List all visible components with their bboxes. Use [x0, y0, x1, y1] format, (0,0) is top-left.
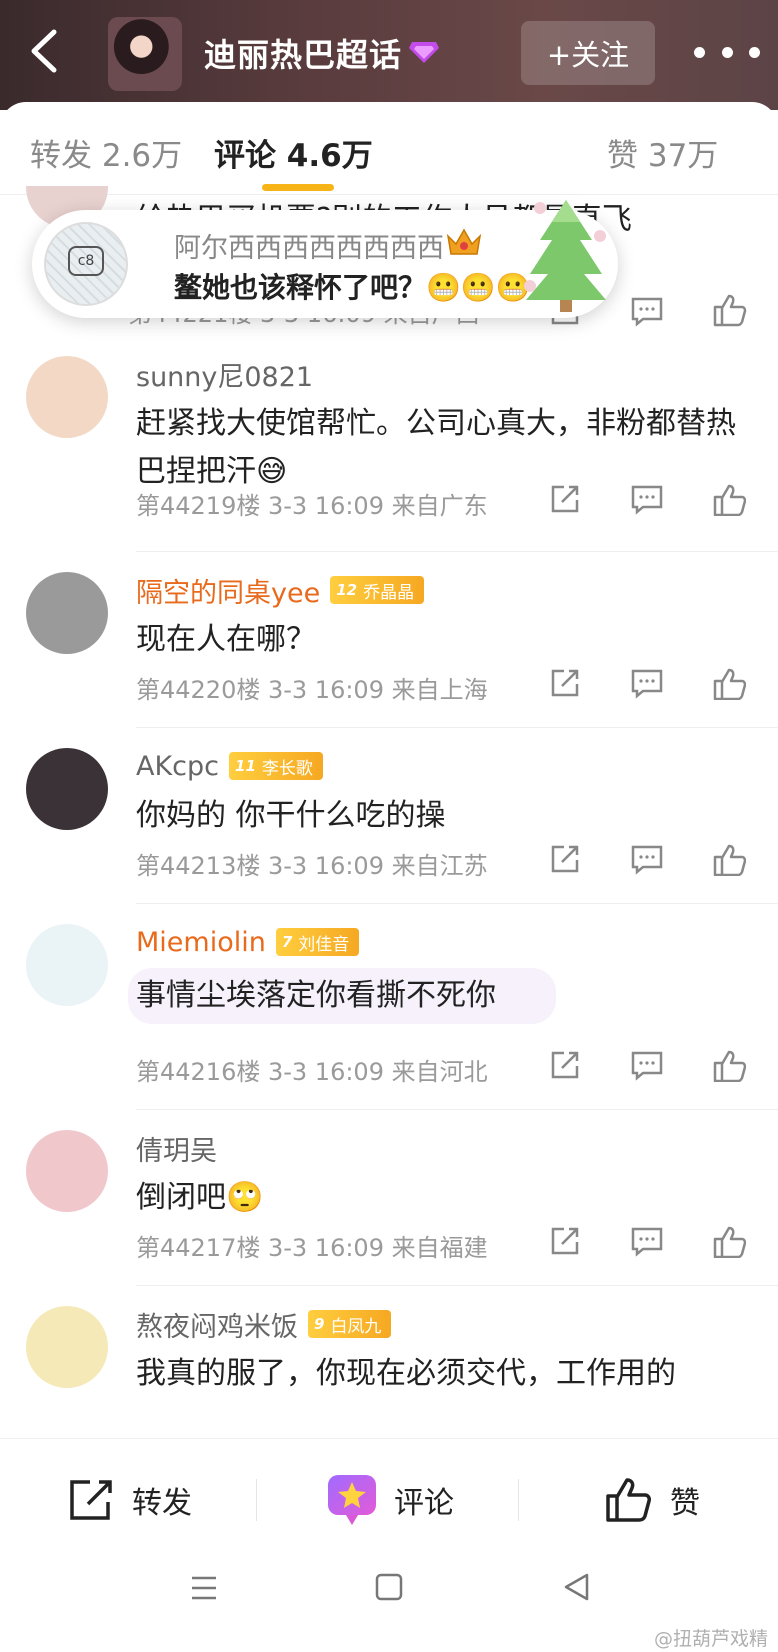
- comment-icon[interactable]: [630, 482, 664, 516]
- comment-text: 你妈的 你干什么吃的操: [136, 798, 446, 833]
- like-button[interactable]: 赞: [604, 1465, 700, 1535]
- username[interactable]: 隔空的同桌yee: [136, 571, 320, 610]
- name-row: sunny尼0821: [136, 355, 313, 394]
- comment-item[interactable]: 隔空的同桌yee 12 乔晶晶现在人在哪？ 第44220楼 3-3 16:09 来自上…: [0, 552, 778, 728]
- repost-icon[interactable]: [548, 842, 582, 876]
- comment-text: 倒闭吧🙄: [136, 1180, 264, 1215]
- comment-meta: 第44219楼 3-3 16:09 来自广东: [136, 492, 488, 520]
- repost-button[interactable]: 转发: [68, 1465, 192, 1535]
- fan-badge-level: 12: [336, 581, 358, 599]
- username[interactable]: sunny尼0821: [136, 355, 313, 394]
- comment-item[interactable]: Miemiolin 7 刘佳音事情尘埃落定你看撕不死你第44216楼 3-3 16:…: [0, 904, 778, 1110]
- watermark-text: @扭葫芦戏精: [653, 1628, 768, 1650]
- fan-badge-name: 白凤九: [330, 1316, 382, 1337]
- fan-badge[interactable]: 12 乔晶晶: [330, 576, 425, 604]
- follow-button[interactable]: +关注: [521, 21, 655, 85]
- username[interactable]: 熬夜闷鸡米饭: [136, 1305, 298, 1344]
- like-icon[interactable]: [712, 842, 746, 876]
- username[interactable]: AKcpc: [136, 751, 219, 782]
- fan-badge-name: 李长歌: [261, 758, 313, 779]
- comment-meta: 第44217楼 3-3 16:09 来自福建: [136, 1234, 488, 1262]
- comment-text: 事情尘埃落定你看撕不死你: [128, 968, 556, 1024]
- dot-icon: [749, 46, 760, 58]
- name-row: 隔空的同桌yee 12 乔晶晶: [136, 571, 425, 610]
- tab-bar: 转发 2.6万 评论 4.6万 赞 37万: [0, 102, 778, 195]
- diamond-icon: [409, 42, 439, 63]
- system-navigation-bar: @扭葫芦戏精: [0, 1558, 778, 1652]
- like-icon: [606, 1478, 651, 1522]
- comment-item[interactable]: 熬夜闷鸡米饭 9 白凤九我真的服了，你现在必须交代，工作用的: [0, 1286, 778, 1428]
- divider: [256, 1479, 257, 1521]
- comment-label: 评论: [394, 1486, 454, 1521]
- bottom-action-bar: 转发 评论 赞: [0, 1438, 778, 1558]
- repost-icon[interactable]: [548, 1048, 582, 1082]
- like-icon[interactable]: [712, 666, 746, 700]
- topic-header: 迪丽热巴超话 +关注: [0, 0, 778, 110]
- back-triangle-icon[interactable]: [562, 1572, 590, 1602]
- comment-star-icon: [328, 1475, 376, 1525]
- avatar[interactable]: [26, 1130, 108, 1212]
- menu-icon[interactable]: [190, 1574, 218, 1602]
- topic-title[interactable]: 迪丽热巴超话: [204, 30, 402, 76]
- comment-meta: 第44213楼 3-3 16:09 来自江苏: [136, 852, 488, 880]
- avatar[interactable]: [26, 1306, 108, 1388]
- comment-item[interactable]: 倩玥吴倒闭吧🙄 第44217楼 3-3 16:09 来自福建: [0, 1110, 778, 1286]
- fan-badge[interactable]: 7 刘佳音: [275, 928, 360, 956]
- repost-icon[interactable]: [548, 482, 582, 516]
- comment-icon[interactable]: [630, 1224, 664, 1258]
- back-button[interactable]: [26, 26, 62, 76]
- avatar[interactable]: [26, 924, 108, 1006]
- fan-badge-level: 11: [235, 757, 256, 775]
- repost-label: 转发: [132, 1486, 192, 1521]
- tab-likes[interactable]: 赞 37万: [607, 130, 718, 175]
- avatar[interactable]: [26, 748, 108, 830]
- repost-icon: [70, 1480, 112, 1520]
- like-icon[interactable]: [712, 482, 746, 516]
- repost-icon[interactable]: [548, 666, 582, 700]
- home-icon[interactable]: [374, 1572, 404, 1602]
- tab-comments[interactable]: 评论 4.6万: [214, 130, 373, 175]
- username[interactable]: 倩玥吴: [136, 1129, 217, 1168]
- name-row: AKcpc 11 李长歌: [136, 748, 323, 784]
- divider: [518, 1479, 519, 1521]
- like-label: 赞: [670, 1486, 700, 1521]
- comment-icon[interactable]: [630, 666, 664, 700]
- like-icon[interactable]: [712, 1224, 746, 1258]
- name-row: 熬夜闷鸡米饭 9 白凤九: [136, 1305, 392, 1344]
- fan-badge[interactable]: 9 白凤九: [308, 1310, 392, 1338]
- comment-item[interactable]: sunny尼0821 赶紧找大使馆帮忙。公司心真大，非粉都替热巴捏把汗😅 第4421…: [0, 336, 778, 552]
- comment-meta: 第44216楼 3-3 16:09 来自河北: [136, 1058, 488, 1086]
- comment-text: 我真的服了，你现在必须交代，工作用的: [136, 1356, 676, 1391]
- dot-icon: [694, 46, 705, 58]
- comment-button[interactable]: 评论: [326, 1465, 454, 1535]
- name-row: Miemiolin 7 刘佳音: [136, 924, 360, 960]
- chevron-left-icon: [31, 29, 57, 73]
- comment-text: 现在人在哪？: [136, 622, 316, 657]
- avatar[interactable]: [26, 356, 108, 438]
- fan-badge[interactable]: 11 李长歌: [229, 752, 323, 780]
- name-row: 倩玥吴: [136, 1129, 217, 1168]
- like-icon[interactable]: [712, 1048, 746, 1082]
- comment-list: sunny尼0821 赶紧找大使馆帮忙。公司心真大，非粉都替热巴捏把汗😅 第4421…: [0, 186, 778, 1428]
- tab-repost[interactable]: 转发 2.6万: [30, 130, 182, 175]
- comment-icon[interactable]: [630, 842, 664, 876]
- repost-icon[interactable]: [548, 1224, 582, 1258]
- comment-icon[interactable]: [630, 1048, 664, 1082]
- fan-badge-level: 7: [281, 933, 293, 951]
- fan-badge-level: 9: [314, 1315, 325, 1333]
- topic-cover-image[interactable]: [108, 17, 182, 91]
- more-options-button[interactable]: [694, 40, 760, 64]
- comment-item[interactable]: AKcpc 11 李长歌你妈的 你干什么吃的操第44213楼 3-3 16:09 来…: [0, 728, 778, 904]
- avatar[interactable]: [26, 572, 108, 654]
- fan-badge-name: 刘佳音: [298, 934, 350, 955]
- fan-badge-name: 乔晶晶: [363, 582, 415, 603]
- comment-meta: 第44220楼 3-3 16:09 来自上海: [136, 676, 488, 704]
- username[interactable]: Miemiolin: [136, 927, 266, 958]
- dot-icon: [721, 46, 733, 58]
